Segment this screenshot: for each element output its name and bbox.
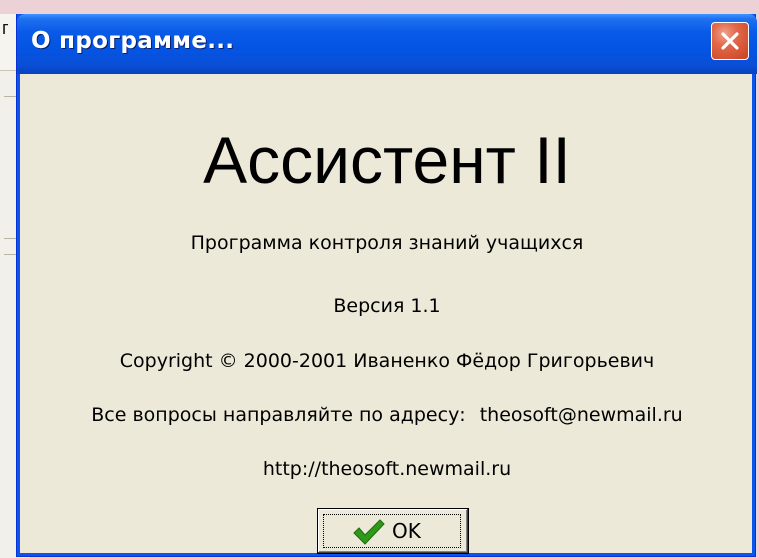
about-dialog: О программе... Ассистент II Программа ко… <box>16 14 757 557</box>
copyright-text: Copyright © 2000-2001 Иваненко Фёдор Гри… <box>119 350 655 372</box>
contact-email: theosoft@newmail.ru <box>479 404 683 426</box>
app-name-heading: Ассистент II <box>203 123 571 197</box>
app-version: Версия 1.1 <box>333 295 441 317</box>
dialog-titlebar[interactable]: О программе... <box>17 14 757 74</box>
dialog-title: О программе... <box>31 28 235 54</box>
ok-button-label: OK <box>392 519 421 543</box>
checkmark-icon <box>353 519 385 545</box>
dialog-content: Ассистент II Программа контроля знаний у… <box>20 74 754 554</box>
contact-prefix: Все вопросы направляйте по адресу: <box>91 404 466 426</box>
close-x-icon <box>721 32 739 50</box>
ok-button[interactable]: OK <box>317 508 469 554</box>
contact-line: Все вопросы направляйте по адресу: theoso… <box>20 404 754 426</box>
background-title-fragment: г <box>2 18 9 38</box>
app-description: Программа контроля знаний учащихся <box>190 232 584 254</box>
website-url: http://theosoft.newmail.ru <box>262 458 512 480</box>
close-button[interactable] <box>711 22 749 60</box>
